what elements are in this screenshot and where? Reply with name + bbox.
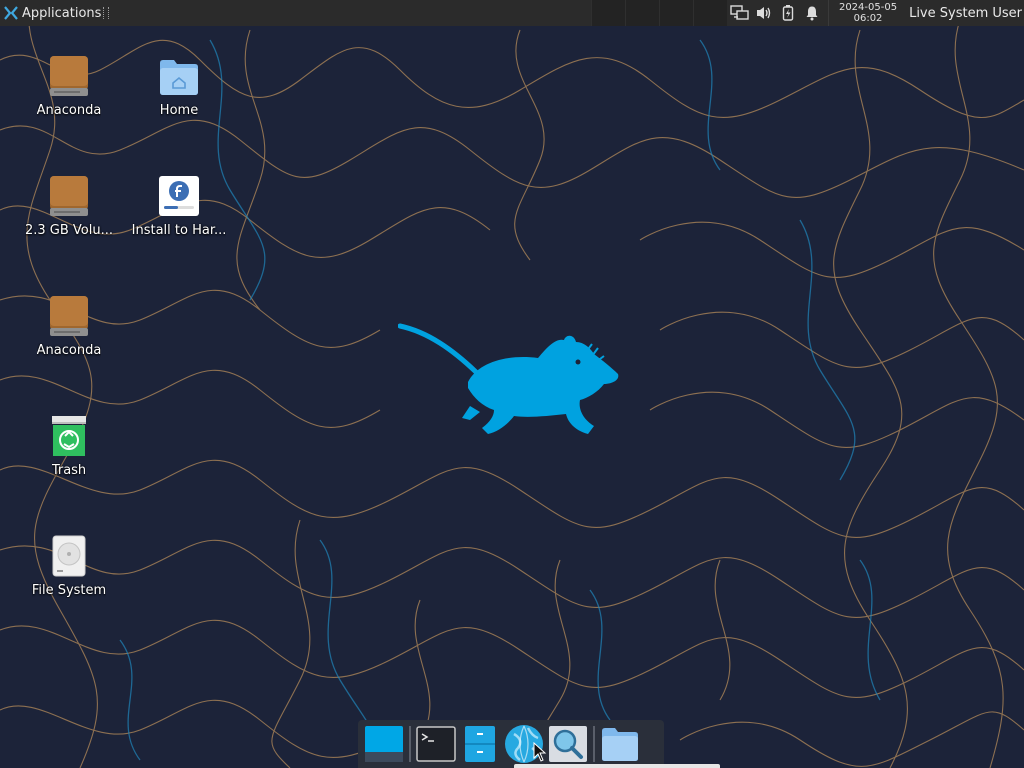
battery-icon[interactable]: [776, 0, 800, 26]
desktop-icon-label: Anaconda: [36, 343, 102, 358]
panel-handle[interactable]: [103, 7, 110, 19]
desktop-icon-label: Trash: [51, 463, 87, 478]
desktop-icon-label: Anaconda: [36, 103, 102, 118]
drive-icon: [47, 174, 91, 218]
applications-menu-button[interactable]: Applications: [0, 0, 113, 26]
desktop-icon-volume[interactable]: 2.3 GB Volu...: [14, 166, 124, 276]
show-desktop-icon: [365, 726, 403, 762]
file-manager-button[interactable]: [458, 722, 502, 766]
folder-button[interactable]: [598, 722, 642, 766]
installer-icon: [157, 174, 201, 218]
xfce-mouse-logo: [397, 322, 630, 450]
desktop-icon-label: File System: [31, 583, 107, 598]
desktop-icon-home[interactable]: Home: [124, 46, 234, 156]
app-finder-button[interactable]: [546, 722, 590, 766]
desktop-icon-anaconda[interactable]: Anaconda: [14, 46, 124, 156]
top-panel: Applications 2024-05-05 06:02 Live Syste…: [0, 0, 1024, 26]
terminal-icon: [416, 726, 456, 762]
workspace-3[interactable]: [659, 0, 693, 26]
workspace-1[interactable]: [591, 0, 625, 26]
show-desktop-button[interactable]: [362, 722, 406, 766]
tray-separator: [827, 0, 829, 26]
drive-icon: [47, 54, 91, 98]
dock-separator: [409, 726, 411, 762]
desktop-icon-anaconda-2[interactable]: Anaconda: [14, 286, 124, 396]
desktop-icon-label: Install to Har...: [131, 223, 227, 238]
mouse-cursor-icon: [533, 741, 547, 766]
volume-icon[interactable]: [752, 0, 776, 26]
desktop-icon-label: Home: [159, 103, 199, 118]
workspace-2[interactable]: [625, 0, 659, 26]
network-icon[interactable]: [728, 0, 752, 26]
desktop-icon-install-to-hard-drive[interactable]: Install to Har...: [124, 166, 234, 276]
applications-menu-label: Applications: [22, 5, 102, 21]
xfce-logo-icon: [4, 6, 18, 20]
drive-icon: [47, 294, 91, 338]
clock-date: 2024-05-05: [838, 2, 898, 13]
bottom-dock: [358, 720, 664, 768]
notification-bell-icon[interactable]: [800, 0, 824, 26]
trash-icon: [47, 414, 91, 458]
dock-separator: [593, 726, 595, 762]
clock[interactable]: 2024-05-05 06:02: [833, 2, 903, 24]
file-manager-icon: [465, 726, 495, 762]
app-finder-icon: [549, 726, 587, 762]
folder-icon: [602, 728, 638, 761]
desktop-icon-trash[interactable]: Trash: [14, 406, 124, 516]
desktop-icon-file-system[interactable]: File System: [14, 526, 124, 636]
terminal-button[interactable]: [414, 722, 458, 766]
system-tray: 2024-05-05 06:02 Live System User: [728, 0, 1024, 26]
clock-time: 06:02: [853, 13, 883, 24]
home-folder-icon: [157, 54, 201, 98]
workspace-4[interactable]: [693, 0, 727, 26]
user-menu[interactable]: Live System User: [903, 6, 1024, 21]
desktop-icon-label: 2.3 GB Volu...: [24, 223, 114, 238]
workspace-switcher[interactable]: [591, 0, 727, 26]
file-system-icon: [47, 534, 91, 578]
